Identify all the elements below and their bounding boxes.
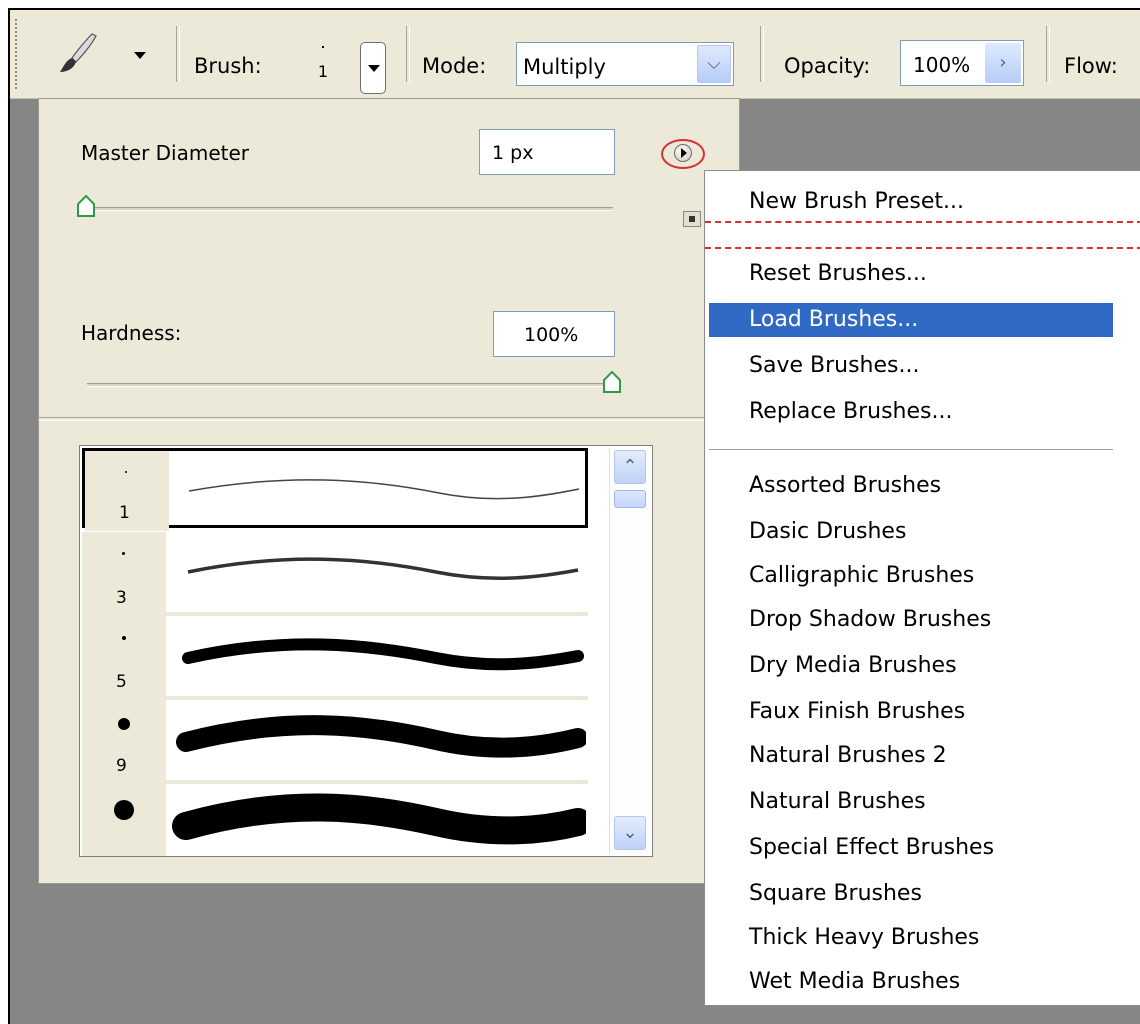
brush-tip-dot (118, 718, 130, 730)
brush-preset-list: 1 3 5 9 ⌃ ⌄ (79, 445, 653, 857)
brush-stroke-preview (187, 557, 579, 580)
menu-item-dry-media-brushes[interactable]: Dry Media Brushes (709, 649, 1113, 683)
brush-size-preview[interactable]: 1 (308, 42, 338, 96)
brush-preset-row[interactable]: 9 (82, 700, 588, 784)
annotation-dashed-line (705, 247, 1140, 249)
menu-item-save-brushes[interactable]: Save Brushes... (709, 349, 1113, 383)
panel-menu-button[interactable] (661, 139, 705, 169)
chevron-right-icon[interactable]: › (985, 43, 1021, 83)
opacity-value: 100% (913, 53, 971, 77)
menu-item-calligraphic-brushes[interactable]: Calligraphic Brushes (709, 559, 1113, 593)
menu-item-thick-heavy-brushes[interactable]: Thick Heavy Brushes (709, 921, 1113, 955)
hardness-slider-thumb[interactable] (603, 371, 621, 393)
preset-list-scrollbar[interactable]: ⌃ ⌄ (609, 448, 650, 854)
menu-item-basic-brushes[interactable]: Dasic Drushes (709, 515, 1113, 549)
brush-tip-thumbnail (82, 784, 166, 856)
toolbar-separator (176, 26, 180, 82)
menu-separator (709, 449, 1113, 450)
brush-size-label: 3 (116, 588, 127, 608)
menu-item-assorted-brushes[interactable]: Assorted Brushes (709, 469, 1113, 503)
menu-item-replace-brushes[interactable]: Replace Brushes... (709, 395, 1113, 429)
brush-preset-row[interactable]: 3 (82, 532, 588, 616)
brush-tip-thumbnail: 3 (82, 532, 166, 612)
toolbar-separator (406, 26, 410, 82)
annotation-dashed-line (705, 221, 1140, 223)
menu-item-square-brushes[interactable]: Square Brushes (709, 877, 1113, 911)
brush-size-value: 1 (317, 62, 329, 81)
menu-item-special-effect-brushes[interactable]: Special Effect Brushes (709, 831, 1113, 865)
hardness-input[interactable]: 100% (493, 311, 615, 357)
chevron-down-icon[interactable]: ⌵ (697, 45, 731, 83)
menu-item-natural-brushes-2[interactable]: Natural Brushes 2 (709, 739, 1113, 773)
brush-tip-dot (322, 46, 324, 48)
toolbar-grip[interactable] (14, 18, 18, 90)
brush-tip-dot (122, 636, 126, 640)
brush-stroke-preview (182, 638, 584, 671)
hardness-slider-track[interactable] (87, 383, 613, 387)
panel-divider (39, 417, 741, 421)
scroll-down-icon[interactable]: ⌄ (614, 816, 646, 850)
menu-item-wet-media-brushes[interactable]: Wet Media Brushes (709, 965, 1113, 999)
menu-item-load-brushes[interactable]: Load Brushes... (709, 303, 1113, 337)
options-toolbar: Brush: 1 Mode: Multiply ⌵ Opacity: 100% … (10, 10, 1140, 99)
scrollbar-thumb[interactable] (614, 490, 646, 508)
save-preset-icon[interactable] (683, 211, 701, 227)
opacity-field[interactable]: 100% › (900, 40, 1024, 86)
master-diameter-label: Master Diameter (81, 141, 250, 165)
brush-size-label: 5 (116, 672, 127, 692)
brush-preset-row[interactable]: 5 (82, 616, 588, 700)
brush-tip-dot (122, 552, 125, 555)
photoshop-window: Brush: 1 Mode: Multiply ⌵ Opacity: 100% … (8, 8, 1140, 1024)
brush-label: Brush: (194, 54, 262, 78)
brush-preset-row[interactable]: 1 (82, 448, 588, 531)
menu-item-faux-finish-brushes[interactable]: Faux Finish Brushes (709, 695, 1113, 729)
menu-item-new-brush-preset[interactable]: New Brush Preset... (709, 185, 1113, 219)
menu-item-drop-shadow-brushes[interactable]: Drop Shadow Brushes (709, 603, 1113, 637)
brush-tip-dot (114, 800, 134, 820)
tool-preset-dropdown-icon[interactable] (134, 52, 146, 59)
toolbar-separator (1046, 26, 1050, 82)
master-diameter-slider-track[interactable] (87, 207, 613, 211)
brush-size-label: 1 (119, 503, 130, 523)
brush-tip-thumbnail: 9 (82, 700, 166, 780)
master-diameter-input[interactable]: 1 px (479, 129, 615, 175)
toolbar-separator (760, 26, 764, 82)
scroll-up-icon[interactable]: ⌃ (614, 450, 646, 484)
brush-tip-thumbnail: 5 (82, 616, 166, 696)
brush-stroke-preview (188, 479, 580, 500)
brush-tip-thumbnail: 1 (85, 451, 169, 531)
brush-tool-icon[interactable] (58, 32, 98, 76)
brush-size-label: 9 (116, 756, 127, 776)
brush-preset-row[interactable] (82, 784, 588, 856)
master-diameter-slider-thumb[interactable] (77, 195, 95, 217)
brush-panel-flyout-menu: New Brush Preset... Reset Brushes... Loa… (704, 170, 1140, 1006)
flow-label: Flow: (1064, 54, 1118, 78)
brush-stroke-preview (172, 793, 586, 845)
menu-item-reset-brushes[interactable]: Reset Brushes... (709, 257, 1113, 291)
mode-select[interactable]: Multiply ⌵ (516, 42, 734, 86)
mode-value: Multiply (523, 55, 606, 79)
brush-picker-button[interactable] (360, 42, 386, 94)
brush-tip-dot (125, 471, 127, 473)
opacity-label: Opacity: (784, 54, 871, 78)
mode-label: Mode: (422, 54, 487, 78)
hardness-label: Hardness: (81, 321, 182, 345)
brush-stroke-preview (176, 715, 586, 758)
flyout-arrow-icon (674, 144, 692, 162)
menu-item-natural-brushes[interactable]: Natural Brushes (709, 785, 1113, 819)
brush-preset-panel: Master Diameter 1 px Hardness: 100% 1 3 … (38, 98, 741, 884)
